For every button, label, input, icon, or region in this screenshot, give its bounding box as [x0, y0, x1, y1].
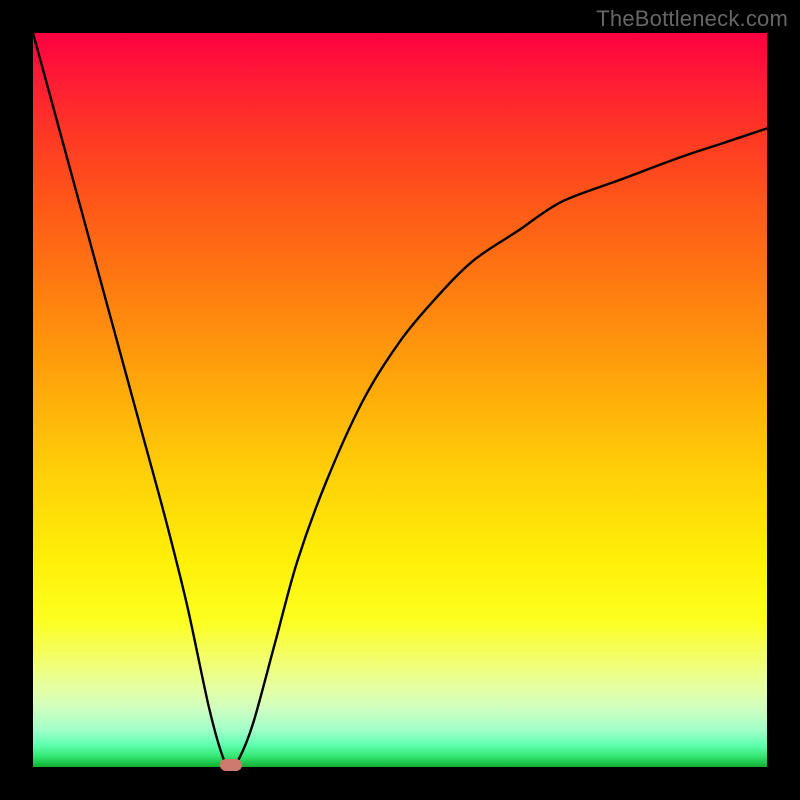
chart-frame: TheBottleneck.com — [0, 0, 800, 800]
bottleneck-curve — [33, 33, 767, 767]
watermark-text: TheBottleneck.com — [596, 6, 788, 32]
minimum-marker — [220, 759, 242, 771]
chart-plot-area — [33, 33, 767, 767]
